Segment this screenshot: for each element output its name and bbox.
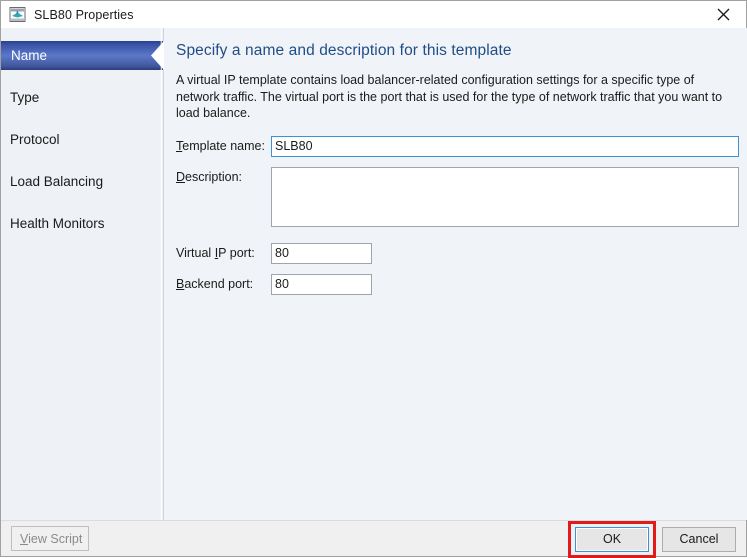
title-bar: SLB80 Properties xyxy=(1,1,746,28)
chevron-right-icon xyxy=(151,41,164,70)
page-description: A virtual IP template contains load bala… xyxy=(176,73,723,120)
virtual-ip-port-label: Virtual IP port: xyxy=(176,243,271,260)
label-suffix: escription: xyxy=(185,169,243,184)
virtual-ip-port-row: Virtual IP port: xyxy=(176,242,739,264)
sidebar-item-protocol[interactable]: Protocol xyxy=(1,125,163,154)
label-prefix: Virtual xyxy=(176,245,215,260)
cancel-button[interactable]: Cancel xyxy=(662,526,736,552)
content-pane: Specify a name and description for this … xyxy=(164,28,747,520)
backend-port-row: Backend port: xyxy=(176,273,739,295)
label-suffix: iew Script xyxy=(28,531,83,546)
close-icon[interactable] xyxy=(701,1,746,28)
footer-actions: OK Cancel xyxy=(568,520,736,558)
virtual-ip-port-input[interactable] xyxy=(271,242,372,264)
template-properties-icon xyxy=(9,6,26,23)
properties-dialog: SLB80 Properties Name Type Protocol Load… xyxy=(0,0,747,558)
navigation-sidebar: Name Type Protocol Load Balancing Health… xyxy=(1,28,164,520)
sidebar-item-label: Name xyxy=(11,48,48,63)
sidebar-item-type[interactable]: Type xyxy=(1,83,163,112)
template-name-label: Template name: xyxy=(176,136,271,153)
sidebar-item-load-balancing[interactable]: Load Balancing xyxy=(1,167,163,196)
sidebar-item-health-monitors[interactable]: Health Monitors xyxy=(1,209,163,238)
view-script-button[interactable]: View Script xyxy=(11,526,89,551)
sidebar-item-name[interactable]: Name xyxy=(1,41,164,70)
label-suffix: emplate name: xyxy=(182,138,265,153)
label-accelerator: D xyxy=(176,169,186,184)
ok-button-wrapper: OK xyxy=(568,520,656,558)
template-name-input[interactable] xyxy=(271,135,739,157)
ok-button[interactable]: OK xyxy=(575,526,649,552)
description-label: Description: xyxy=(176,167,271,184)
label-suffix: ackend port: xyxy=(184,276,254,291)
backend-port-input[interactable] xyxy=(271,273,372,295)
description-row: Description: xyxy=(176,166,739,227)
template-name-row: Template name: xyxy=(176,135,739,157)
sidebar-item-label: Load Balancing xyxy=(10,174,104,189)
dialog-body: Name Type Protocol Load Balancing Health… xyxy=(1,28,747,520)
page-title: Specify a name and description for this … xyxy=(176,42,512,59)
sidebar-item-label: Health Monitors xyxy=(10,216,105,231)
window-title: SLB80 Properties xyxy=(34,7,134,22)
dialog-footer: View Script OK Cancel xyxy=(1,520,746,558)
label-suffix: P port: xyxy=(218,245,255,260)
backend-port-label: Backend port: xyxy=(176,274,271,291)
sidebar-item-label: Type xyxy=(10,90,40,105)
description-textarea[interactable] xyxy=(271,166,739,227)
label-accelerator: V xyxy=(20,531,29,546)
sidebar-item-label: Protocol xyxy=(10,132,60,147)
